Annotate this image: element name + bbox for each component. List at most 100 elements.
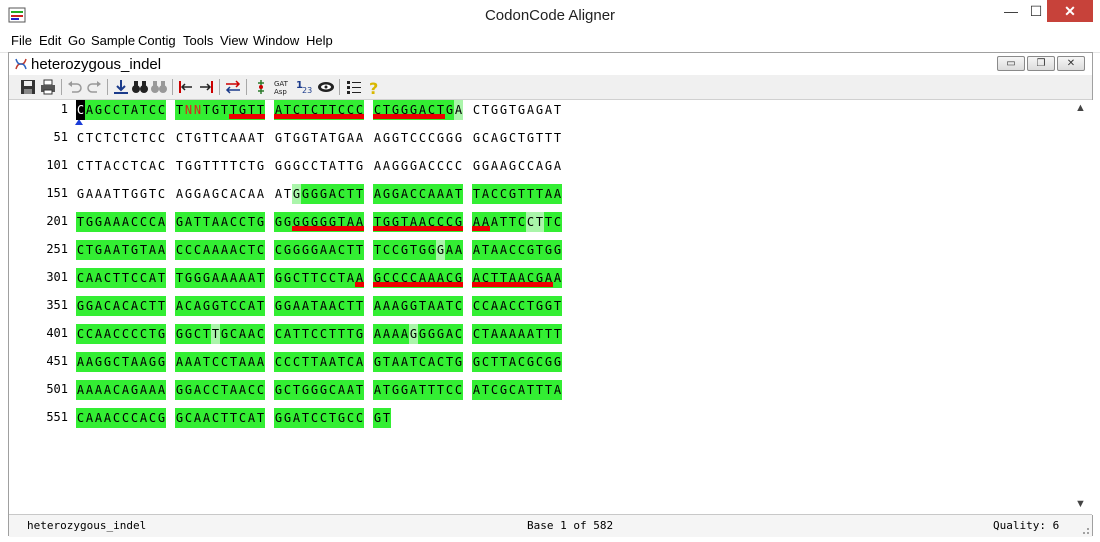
base-call[interactable]: C: [517, 296, 526, 316]
reverse-complement-icon[interactable]: [224, 78, 242, 96]
base-call[interactable]: C: [112, 380, 121, 400]
base-call[interactable]: C: [76, 240, 85, 260]
base-call[interactable]: C: [310, 100, 319, 120]
base-call[interactable]: C: [382, 240, 391, 260]
base-call[interactable]: A: [454, 240, 463, 260]
base-call[interactable]: C: [184, 408, 193, 428]
base-call[interactable]: G: [526, 352, 535, 372]
base-call[interactable]: G: [454, 128, 463, 148]
base-call[interactable]: T: [121, 268, 130, 288]
base-call[interactable]: G: [292, 184, 301, 204]
base-call[interactable]: T: [202, 156, 211, 176]
base-call[interactable]: G: [301, 212, 310, 232]
base-call[interactable]: G: [319, 212, 328, 232]
base-call[interactable]: C: [256, 324, 265, 344]
base-call[interactable]: G: [355, 156, 364, 176]
base-call[interactable]: A: [130, 296, 139, 316]
base-call[interactable]: C: [238, 296, 247, 316]
base-call[interactable]: C: [337, 184, 346, 204]
base-call[interactable]: G: [274, 296, 283, 316]
base-call[interactable]: C: [337, 240, 346, 260]
base-call[interactable]: A: [247, 128, 256, 148]
base-call[interactable]: A: [427, 184, 436, 204]
base-call[interactable]: T: [400, 212, 409, 232]
base-call[interactable]: G: [553, 240, 562, 260]
base-call[interactable]: T: [499, 212, 508, 232]
base-call[interactable]: T: [292, 324, 301, 344]
base-call[interactable]: T: [490, 268, 499, 288]
base-call[interactable]: T: [301, 324, 310, 344]
base-call[interactable]: C: [175, 128, 184, 148]
base-call[interactable]: C: [139, 212, 148, 232]
base-call[interactable]: T: [220, 156, 229, 176]
base-call[interactable]: C: [337, 100, 346, 120]
base-call[interactable]: A: [184, 212, 193, 232]
base-call[interactable]: T: [328, 128, 337, 148]
base-call[interactable]: A: [373, 324, 382, 344]
base-call[interactable]: A: [355, 212, 364, 232]
redo-icon[interactable]: [85, 78, 103, 96]
base-call[interactable]: C: [427, 156, 436, 176]
base-call[interactable]: G: [139, 184, 148, 204]
base-call[interactable]: C: [247, 380, 256, 400]
base-call[interactable]: C: [400, 268, 409, 288]
base-call[interactable]: C: [481, 268, 490, 288]
base-call[interactable]: C: [148, 128, 157, 148]
base-call[interactable]: T: [436, 100, 445, 120]
base-call[interactable]: T: [544, 324, 553, 344]
base-call[interactable]: A: [409, 380, 418, 400]
base-call[interactable]: T: [130, 156, 139, 176]
binoculars-icon[interactable]: [131, 78, 149, 96]
base-call[interactable]: G: [94, 352, 103, 372]
base-call[interactable]: T: [292, 380, 301, 400]
base-call[interactable]: A: [103, 156, 112, 176]
base-call[interactable]: C: [112, 128, 121, 148]
base-call[interactable]: A: [184, 352, 193, 372]
base-call[interactable]: G: [382, 184, 391, 204]
base-call[interactable]: A: [382, 156, 391, 176]
base-call[interactable]: C: [355, 100, 364, 120]
base-call[interactable]: G: [337, 408, 346, 428]
base-call[interactable]: C: [508, 380, 517, 400]
base-call[interactable]: C: [211, 380, 220, 400]
base-call[interactable]: A: [445, 324, 454, 344]
base-call[interactable]: T: [373, 212, 382, 232]
base-call[interactable]: G: [193, 268, 202, 288]
base-call[interactable]: C: [490, 380, 499, 400]
base-call[interactable]: A: [301, 296, 310, 316]
base-call[interactable]: C: [418, 352, 427, 372]
base-call[interactable]: G: [526, 128, 535, 148]
base-call[interactable]: G: [211, 100, 220, 120]
base-call[interactable]: G: [193, 156, 202, 176]
base-call[interactable]: T: [382, 408, 391, 428]
base-call[interactable]: C: [157, 100, 166, 120]
base-call[interactable]: G: [454, 212, 463, 232]
base-call[interactable]: C: [121, 324, 130, 344]
base-call[interactable]: G: [436, 128, 445, 148]
base-call[interactable]: T: [346, 184, 355, 204]
base-call[interactable]: G: [418, 324, 427, 344]
menu-window[interactable]: Window: [253, 33, 299, 48]
base-call[interactable]: T: [121, 128, 130, 148]
base-call[interactable]: C: [481, 352, 490, 372]
base-call[interactable]: G: [400, 296, 409, 316]
base-call[interactable]: T: [103, 128, 112, 148]
base-call[interactable]: A: [373, 128, 382, 148]
base-call[interactable]: G: [76, 296, 85, 316]
base-call[interactable]: T: [121, 184, 130, 204]
base-call[interactable]: A: [238, 268, 247, 288]
base-call[interactable]: A: [355, 128, 364, 148]
base-call[interactable]: G: [274, 128, 283, 148]
base-call[interactable]: G: [175, 212, 184, 232]
base-call[interactable]: T: [157, 296, 166, 316]
base-call[interactable]: C: [274, 352, 283, 372]
base-call[interactable]: A: [247, 408, 256, 428]
base-call[interactable]: T: [526, 296, 535, 316]
base-call[interactable]: A: [481, 212, 490, 232]
base-call[interactable]: G: [184, 324, 193, 344]
base-call[interactable]: C: [436, 156, 445, 176]
base-call[interactable]: G: [517, 100, 526, 120]
base-call[interactable]: C: [409, 128, 418, 148]
base-call[interactable]: A: [157, 380, 166, 400]
base-call[interactable]: C: [526, 212, 535, 232]
